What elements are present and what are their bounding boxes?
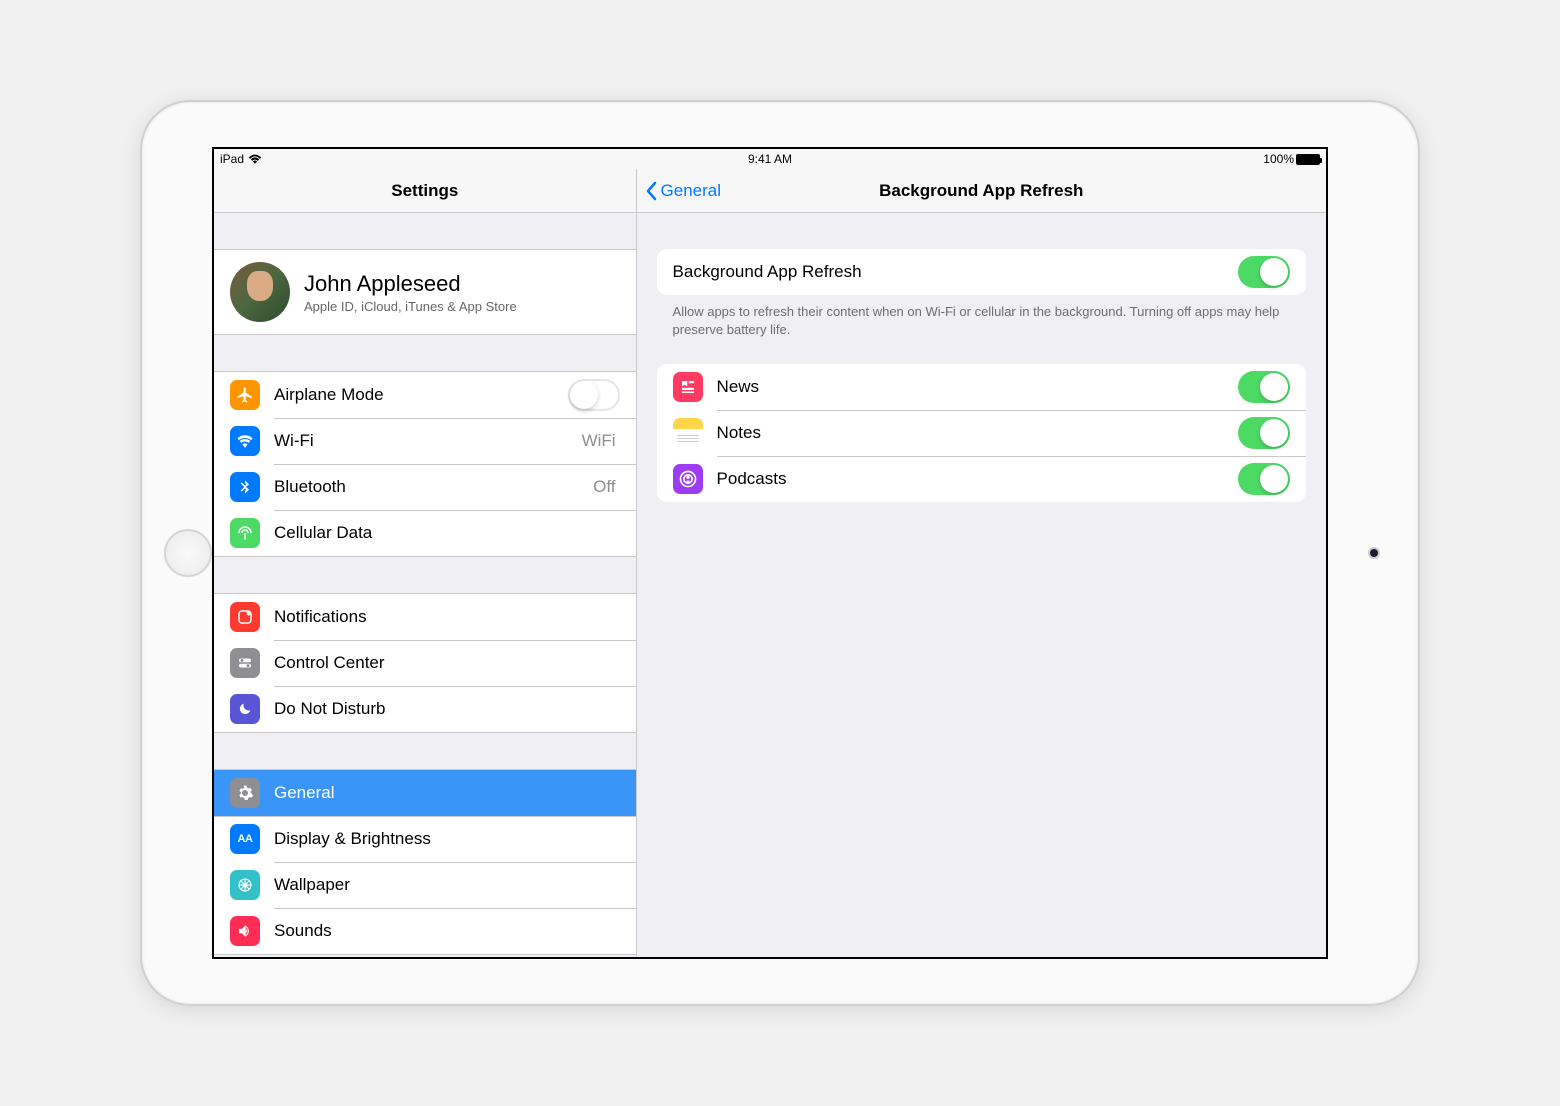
device-label: iPad	[220, 152, 244, 166]
airplane-toggle[interactable]	[568, 379, 620, 411]
sidebar-title: Settings	[214, 169, 636, 213]
sounds-icon	[230, 916, 260, 946]
apps-group: News Notes Podcasts	[657, 364, 1306, 502]
app-row-podcasts[interactable]: Podcasts	[657, 456, 1306, 502]
master-refresh-label: Background App Refresh	[673, 262, 1238, 282]
ipad-device-frame: iPad 9:41 AM 100% Settings John Applesee…	[140, 100, 1420, 1006]
cellular-label: Cellular Data	[274, 523, 620, 543]
display-label: Display & Brightness	[274, 829, 620, 849]
profile-row[interactable]: John Appleseed Apple ID, iCloud, iTunes …	[214, 250, 636, 334]
back-button[interactable]: General	[637, 181, 721, 201]
app-row-news[interactable]: News	[657, 364, 1306, 410]
airplane-icon	[230, 380, 260, 410]
sidebar-item-wifi[interactable]: Wi-Fi WiFi	[214, 418, 636, 464]
bluetooth-value: Off	[593, 477, 615, 497]
front-camera	[1368, 547, 1380, 559]
wifi-label: Wi-Fi	[274, 431, 582, 451]
sidebar-item-control-center[interactable]: Control Center	[214, 640, 636, 686]
sidebar-item-airplane[interactable]: Airplane Mode	[214, 372, 636, 418]
wifi-value: WiFi	[582, 431, 616, 451]
general-label: General	[274, 783, 620, 803]
airplane-label: Airplane Mode	[274, 385, 568, 405]
display-icon: AA	[230, 824, 260, 854]
app-row-notes[interactable]: Notes	[657, 410, 1306, 456]
settings-sidebar: Settings John Appleseed Apple ID, iCloud…	[214, 169, 637, 957]
detail-header: General Background App Refresh	[637, 169, 1326, 213]
avatar	[230, 262, 290, 322]
profile-subtitle: Apple ID, iCloud, iTunes & App Store	[304, 299, 517, 314]
sidebar-item-bluetooth[interactable]: Bluetooth Off	[214, 464, 636, 510]
detail-title: Background App Refresh	[879, 181, 1083, 201]
control-center-label: Control Center	[274, 653, 620, 673]
battery-icon	[1296, 154, 1320, 165]
app-label: Notes	[717, 423, 1238, 443]
app-label: News	[717, 377, 1238, 397]
app-toggle-podcasts[interactable]	[1238, 463, 1290, 495]
back-label: General	[661, 181, 721, 201]
master-refresh-row[interactable]: Background App Refresh	[657, 249, 1306, 295]
sidebar-item-notifications[interactable]: Notifications	[214, 594, 636, 640]
bluetooth-icon	[230, 472, 260, 502]
cellular-icon	[230, 518, 260, 548]
wallpaper-label: Wallpaper	[274, 875, 620, 895]
notifications-label: Notifications	[274, 607, 620, 627]
master-refresh-toggle[interactable]	[1238, 256, 1290, 288]
dnd-label: Do Not Disturb	[274, 699, 620, 719]
app-label: Podcasts	[717, 469, 1238, 489]
battery-percent: 100%	[1263, 152, 1294, 166]
app-toggle-notes[interactable]	[1238, 417, 1290, 449]
news-icon	[673, 372, 703, 402]
podcasts-icon	[673, 464, 703, 494]
wallpaper-icon	[230, 870, 260, 900]
sidebar-item-general[interactable]: General	[214, 770, 636, 816]
sidebar-item-sounds[interactable]: Sounds	[214, 908, 636, 954]
sounds-label: Sounds	[274, 921, 620, 941]
home-button[interactable]	[164, 529, 212, 577]
gear-icon	[230, 778, 260, 808]
wifi-icon	[248, 154, 262, 165]
detail-pane: General Background App Refresh Backgroun…	[637, 169, 1326, 957]
notifications-icon	[230, 602, 260, 632]
moon-icon	[230, 694, 260, 724]
sidebar-item-wallpaper[interactable]: Wallpaper	[214, 862, 636, 908]
sidebar-item-dnd[interactable]: Do Not Disturb	[214, 686, 636, 732]
footer-note: Allow apps to refresh their content when…	[657, 295, 1306, 338]
notes-icon	[673, 418, 703, 448]
clock: 9:41 AM	[748, 152, 792, 166]
sidebar-item-cellular[interactable]: Cellular Data	[214, 510, 636, 556]
status-bar: iPad 9:41 AM 100%	[214, 149, 1326, 169]
chevron-left-icon	[645, 181, 657, 201]
screen: iPad 9:41 AM 100% Settings John Applesee…	[212, 147, 1328, 959]
bluetooth-label: Bluetooth	[274, 477, 593, 497]
control-center-icon	[230, 648, 260, 678]
sidebar-item-display[interactable]: AA Display & Brightness	[214, 816, 636, 862]
app-toggle-news[interactable]	[1238, 371, 1290, 403]
wifi-settings-icon	[230, 426, 260, 456]
profile-name: John Appleseed	[304, 271, 517, 297]
